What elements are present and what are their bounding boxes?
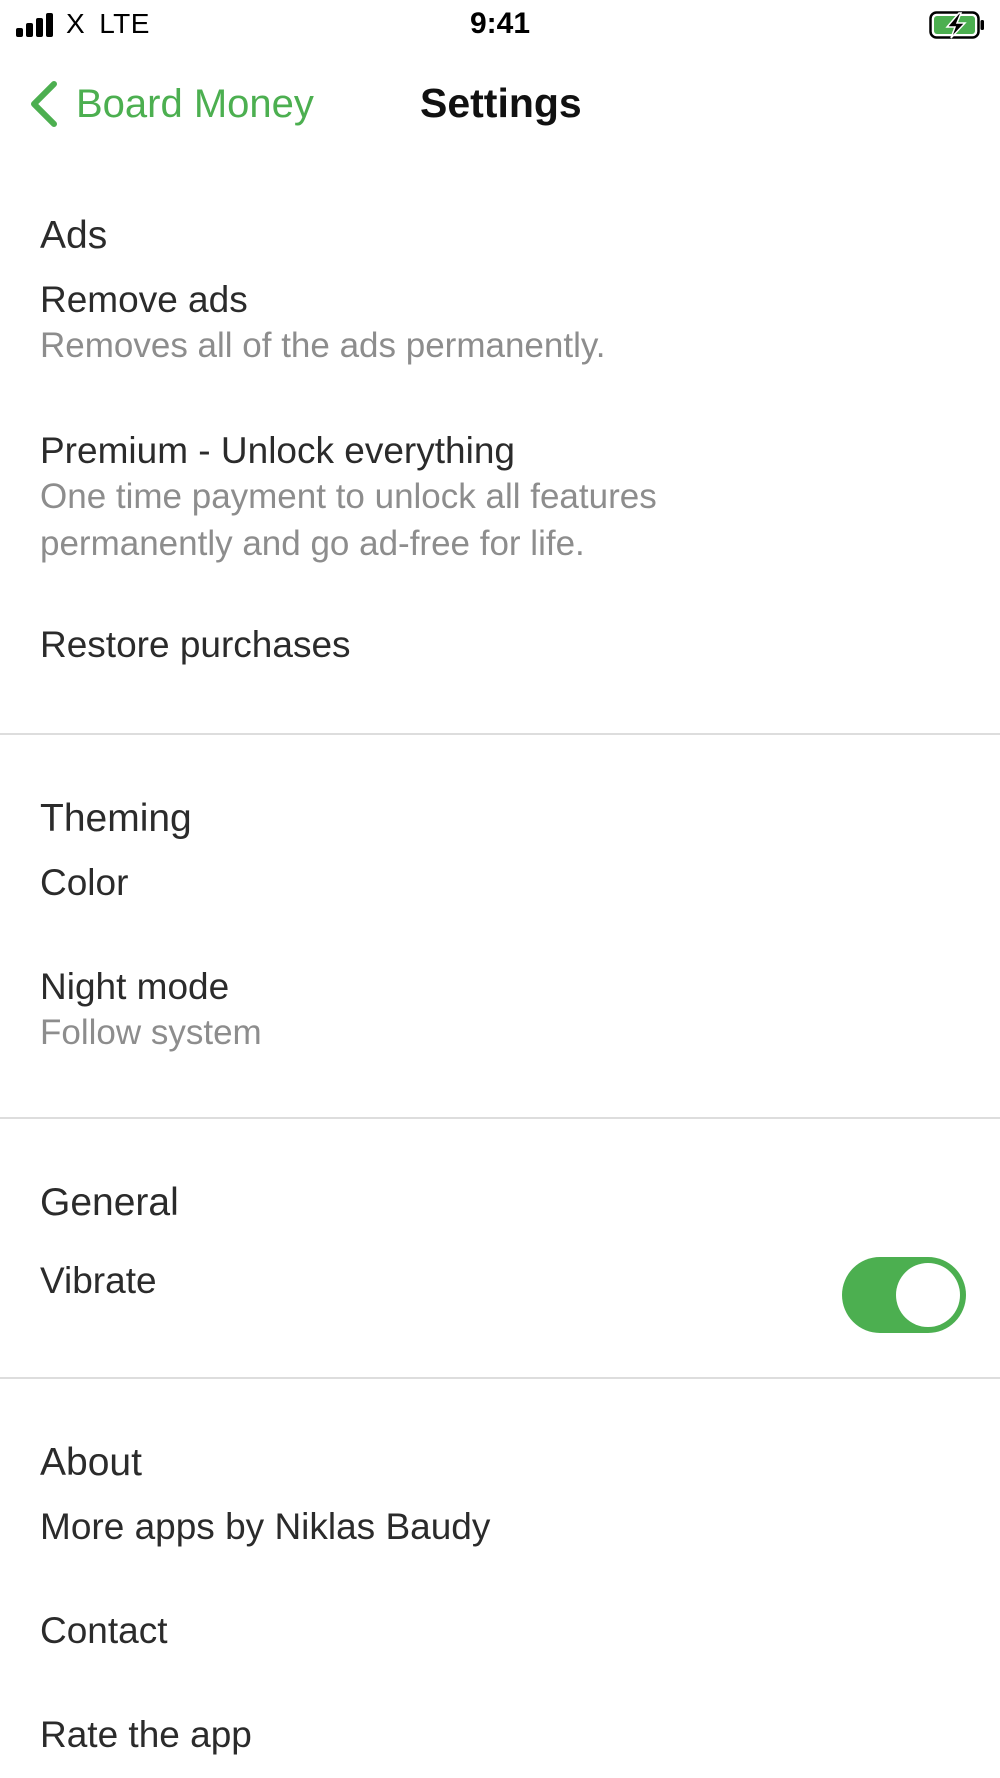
section-header-general: General: [40, 1181, 179, 1224]
night-mode-title: Night mode: [40, 966, 230, 1007]
back-button-label: Board Money: [76, 81, 314, 126]
navigation-bar: Board Money Settings: [0, 52, 1000, 152]
section-about: About More apps by Niklas Baudy Contact …: [0, 1379, 1000, 1757]
section-header-ads: Ads: [40, 214, 108, 257]
contact-row[interactable]: Contact: [0, 1609, 1000, 1653]
section-theming: Theming Color Night mode Follow system: [0, 735, 1000, 1119]
premium-title: Premium - Unlock everything: [40, 430, 515, 471]
section-ads: Ads Remove ads Removes all of the ads pe…: [0, 152, 1000, 735]
chevron-left-icon: [31, 81, 57, 127]
night-mode-value: Follow system: [40, 1013, 262, 1052]
rate-app-row[interactable]: Rate the app: [0, 1713, 1000, 1757]
more-apps-row[interactable]: More apps by Niklas Baudy: [0, 1505, 1000, 1549]
vibrate-toggle[interactable]: [842, 1257, 966, 1333]
premium-subtitle: One time payment to unlock all features …: [40, 477, 657, 563]
vibrate-row[interactable]: Vibrate: [0, 1245, 1000, 1345]
section-header-about: About: [40, 1441, 142, 1484]
color-row[interactable]: Color: [0, 861, 1000, 905]
section-header-theming: Theming: [40, 797, 192, 840]
more-apps-title: More apps by Niklas Baudy: [40, 1506, 491, 1547]
restore-purchases-title: Restore purchases: [40, 624, 351, 665]
premium-row[interactable]: Premium - Unlock everything One time pay…: [0, 429, 1000, 567]
battery-charging-icon: [929, 11, 984, 39]
status-time: 9:41: [469, 7, 531, 40]
status-bar: X LTE 9:41: [0, 0, 1000, 52]
toggle-knob: [896, 1263, 960, 1327]
rate-app-title: Rate the app: [40, 1714, 252, 1755]
remove-ads-row[interactable]: Remove ads Removes all of the ads perman…: [0, 278, 1000, 369]
night-mode-row[interactable]: Night mode Follow system: [0, 965, 1000, 1056]
settings-list: Ads Remove ads Removes all of the ads pe…: [0, 152, 1000, 1757]
restore-purchases-row[interactable]: Restore purchases: [0, 623, 1000, 667]
back-button[interactable]: Board Money: [28, 76, 314, 132]
section-general: General Vibrate: [0, 1119, 1000, 1379]
vibrate-title: Vibrate: [40, 1260, 157, 1301]
color-title: Color: [40, 862, 129, 903]
remove-ads-subtitle: Removes all of the ads permanently.: [40, 326, 606, 365]
page-title: Settings: [420, 80, 582, 126]
contact-title: Contact: [40, 1610, 168, 1651]
remove-ads-title: Remove ads: [40, 279, 248, 320]
